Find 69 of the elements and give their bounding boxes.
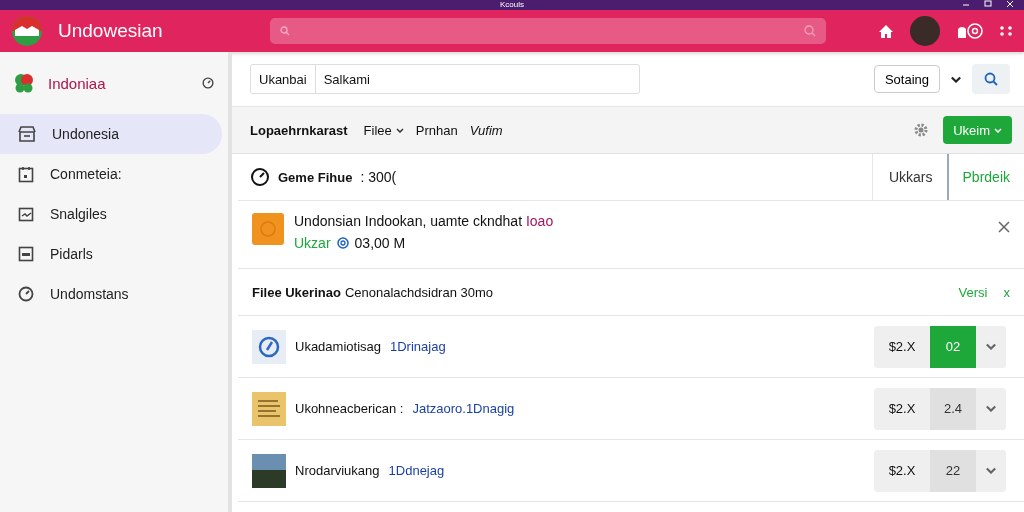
- quantity-control[interactable]: $2.X 02: [874, 325, 1006, 368]
- quantity-control[interactable]: $2.X 22: [874, 449, 1006, 492]
- price-label: $2.X: [887, 462, 917, 480]
- notice-title: Undonsian Indookan, uamte ckndhat: [294, 213, 523, 229]
- clock-icon[interactable]: [202, 77, 214, 89]
- caret-icon: [395, 127, 404, 133]
- item-name: Ukohneacberican :: [295, 401, 404, 416]
- document-thumbnail: [252, 391, 286, 426]
- price-label: $2.X: [887, 400, 917, 418]
- filter-label: Geme Fihue: [278, 169, 353, 185]
- notice-tag: Ioao: [525, 213, 554, 229]
- search-button[interactable]: [972, 64, 1010, 94]
- search-icon: [804, 25, 816, 37]
- caret-icon: [985, 405, 997, 412]
- price-label: $2.X: [887, 338, 917, 356]
- sidebar-item[interactable]: Conmeteia:: [0, 154, 222, 194]
- search-icon: [280, 26, 290, 36]
- section-label: Filee Ukerinao: [252, 284, 341, 300]
- apps-grid-icon[interactable]: [1000, 25, 1012, 37]
- settings-icon[interactable]: [913, 122, 930, 138]
- close-icon[interactable]: [998, 221, 1010, 233]
- caret-icon: [985, 343, 997, 350]
- window-title: Kcouls: [500, 1, 524, 9]
- home-icon[interactable]: [878, 23, 894, 39]
- sidebar-item[interactable]: Snalgiles: [0, 194, 222, 234]
- toolbar-title: Lopaehrnkarast: [250, 122, 348, 138]
- notice-meta: 03,00 M: [354, 235, 406, 251]
- sidebar-item[interactable]: Undomstans: [0, 274, 222, 314]
- sidebar-title: Indoniaa: [48, 74, 107, 92]
- item-link[interactable]: Jatzaoro.1Dnagig: [412, 401, 515, 416]
- search-value: Salkami: [322, 70, 371, 89]
- menu-item[interactable]: Prnhan: [415, 122, 458, 138]
- caret-icon: [994, 127, 1002, 133]
- flag-logo-icon: [14, 73, 34, 93]
- item-link[interactable]: 1Drinajag: [390, 339, 446, 354]
- compass-icon: [252, 329, 286, 364]
- menu-item[interactable]: Vufim: [469, 122, 503, 138]
- sort-dropdown[interactable]: Sotaing: [873, 65, 940, 93]
- search-field[interactable]: Ukanbai Salkami: [250, 64, 640, 94]
- window-icon: [18, 246, 34, 262]
- timer-icon: [250, 167, 270, 187]
- avatar[interactable]: [910, 16, 940, 46]
- caret-icon: [985, 467, 997, 474]
- sidebar-item[interactable]: Pidarls: [0, 234, 222, 274]
- clock-icon: [18, 286, 34, 302]
- chart-icon: [18, 206, 34, 222]
- package-icon: [252, 213, 284, 245]
- section-detail: Cenonalachdsidran 30mo: [344, 284, 494, 300]
- quantity-value[interactable]: 2.4: [930, 387, 976, 430]
- item-link[interactable]: 1Ddnejag: [388, 463, 445, 478]
- menu-item[interactable]: Filee: [363, 122, 404, 138]
- calendar-icon: [18, 165, 34, 183]
- photo-placeholder: [252, 453, 286, 488]
- tab[interactable]: Ukkars: [872, 154, 947, 200]
- maximize-icon[interactable]: [984, 0, 992, 8]
- flag-logo-icon: [12, 16, 42, 46]
- search-icon: [984, 72, 998, 86]
- quantity-control[interactable]: $2.X 2.4: [874, 387, 1006, 430]
- scope-label: Ukanbai: [251, 65, 316, 93]
- caret-icon: [950, 75, 962, 83]
- item-name: Nrodarviukang: [295, 463, 380, 478]
- store-icon: [18, 126, 36, 142]
- status-label: Ukzar: [294, 235, 331, 251]
- filter-value: : 300(: [360, 169, 397, 185]
- quantity-value[interactable]: 22: [930, 449, 976, 492]
- item-name: Ukadamiotisag: [295, 339, 381, 354]
- app-name: Undowesian: [58, 20, 164, 42]
- sidebar-item[interactable]: Undonesia: [0, 114, 222, 154]
- search-field[interactable]: [270, 18, 826, 44]
